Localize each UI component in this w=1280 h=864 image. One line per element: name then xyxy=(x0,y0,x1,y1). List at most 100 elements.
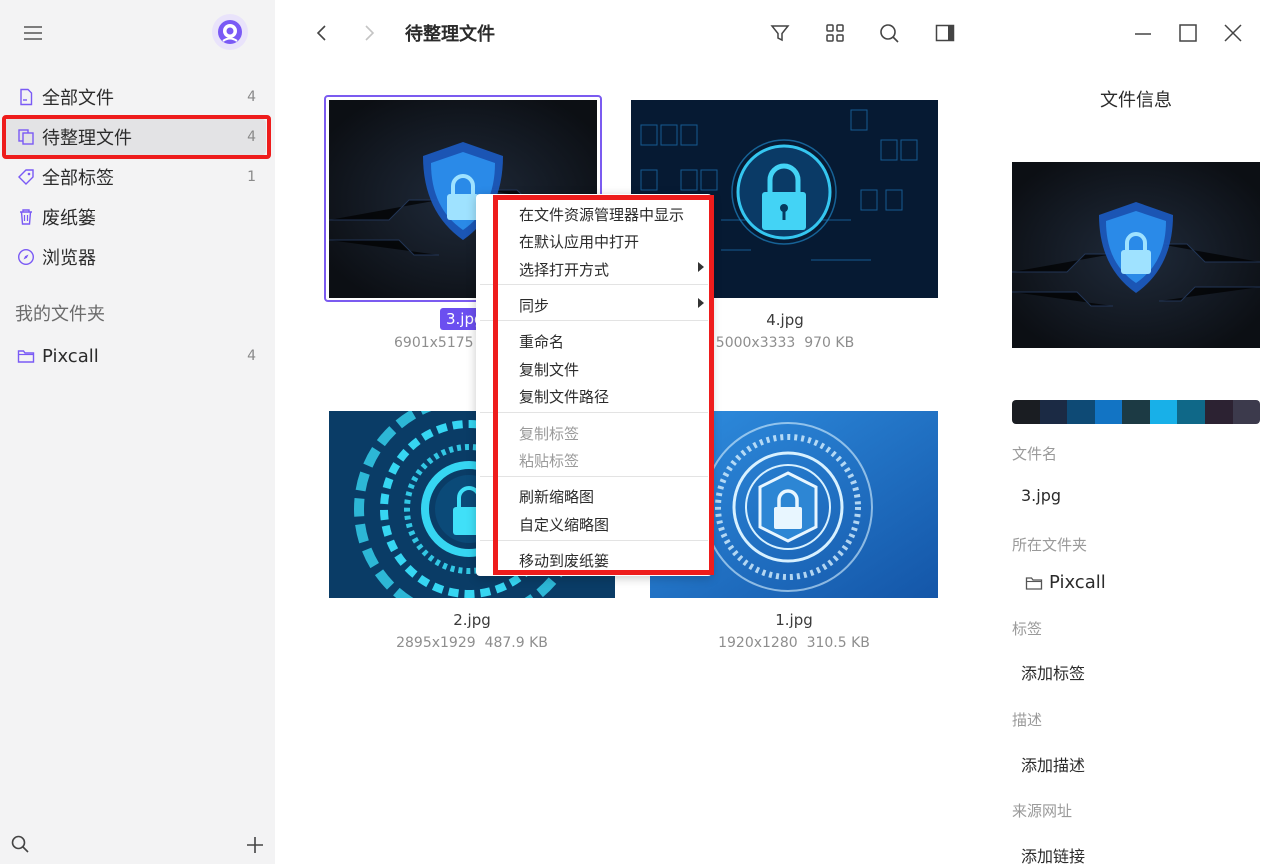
file-size: 310.5 KB xyxy=(806,635,870,651)
palette-swatch[interactable] xyxy=(1039,400,1068,424)
palette-swatch[interactable] xyxy=(1204,400,1233,424)
security-shield-preview xyxy=(1012,162,1260,348)
sidebar-item-label: Pixcall xyxy=(42,345,99,367)
file-dims: 6901x5175 xyxy=(394,335,474,351)
sidebar-panel-icon xyxy=(935,24,955,42)
description-label: 描述 xyxy=(1012,711,1043,729)
palette-swatch[interactable] xyxy=(1094,400,1123,424)
app-window: 全部文件 4 待整理文件 4 全部标签 1 废纸篓 浏览器 我的文件夹 Pixc… xyxy=(0,0,1280,864)
search-button[interactable] xyxy=(876,20,902,46)
submenu-arrow-icon xyxy=(698,298,704,308)
color-palette xyxy=(1012,400,1260,424)
menu-divider xyxy=(480,540,708,541)
layout-button[interactable] xyxy=(822,20,848,46)
sidebar-item-label: 全部标签 xyxy=(42,168,114,189)
menu-item-copy-file[interactable]: 复制文件 xyxy=(519,359,579,380)
file-icon xyxy=(16,87,36,107)
compass-icon xyxy=(16,247,36,267)
avatar[interactable] xyxy=(212,14,248,50)
menu-item-open-default[interactable]: 在默认应用中打开 xyxy=(519,231,639,252)
sidebar-item-trash[interactable]: 废纸篓 xyxy=(4,199,266,235)
page-title: 待整理文件 xyxy=(405,24,495,45)
toggle-panel-button[interactable] xyxy=(932,20,958,46)
folder-icon xyxy=(1025,576,1043,590)
sidebar-item-pending-files[interactable]: 待整理文件 4 xyxy=(4,119,266,155)
sidebar-item-label: 待整理文件 xyxy=(42,128,132,149)
menu-divider xyxy=(480,320,708,321)
folder-icon xyxy=(16,346,36,366)
menu-item-open-with[interactable]: 选择打开方式 xyxy=(519,259,609,280)
source-url-label: 来源网址 xyxy=(1012,802,1073,820)
minimize-button[interactable] xyxy=(1130,20,1156,46)
add-tag-button[interactable]: 添加标签 xyxy=(1021,660,1085,684)
minimize-icon xyxy=(1135,33,1151,35)
filter-button[interactable] xyxy=(767,20,793,46)
sidebar-folder-pixcall[interactable]: Pixcall 4 xyxy=(4,338,266,374)
folders-section-title: 我的文件夹 xyxy=(15,304,105,325)
chevron-left-icon xyxy=(316,25,326,41)
file-meta: 2895x1929 487.9 KB xyxy=(327,635,617,651)
filename-value[interactable]: 3.jpg xyxy=(1021,486,1061,505)
palette-swatch[interactable] xyxy=(1122,400,1150,424)
avatar-logo-icon xyxy=(218,20,242,44)
tag-icon xyxy=(16,167,36,187)
chevron-right-icon xyxy=(365,25,375,41)
item-count: 1 xyxy=(247,169,256,185)
folder-value[interactable]: Pixcall xyxy=(1025,572,1106,593)
menu-item-refresh-thumbnail[interactable]: 刷新缩略图 xyxy=(519,486,594,507)
folder-label: 所在文件夹 xyxy=(1012,536,1088,554)
info-preview-image xyxy=(1012,162,1260,348)
trash-icon xyxy=(16,207,36,227)
menu-divider xyxy=(480,476,708,477)
folder-name: Pixcall xyxy=(1049,572,1106,593)
context-menu: 在文件资源管理器中显示 在默认应用中打开 选择打开方式 同步 重命名 复制文件 … xyxy=(476,194,712,576)
add-icon[interactable] xyxy=(244,834,266,856)
menu-icon[interactable] xyxy=(22,22,44,44)
file-size: 487.9 KB xyxy=(484,635,548,651)
file-name[interactable]: 2.jpg xyxy=(327,611,617,629)
menu-item-custom-thumbnail[interactable]: 自定义缩略图 xyxy=(519,514,609,535)
back-button[interactable] xyxy=(309,20,335,46)
palette-swatch[interactable] xyxy=(1149,400,1178,424)
menu-item-move-to-trash[interactable]: 移动到废纸篓 xyxy=(519,550,609,571)
info-panel-title: 文件信息 xyxy=(1100,90,1172,111)
grid-icon xyxy=(826,24,844,42)
menu-divider xyxy=(480,284,708,285)
palette-swatch[interactable] xyxy=(1232,400,1260,424)
file-dims: 5000x3333 xyxy=(715,335,796,351)
menu-item-copy-tags: 复制标签 xyxy=(519,425,580,443)
add-link-button[interactable]: 添加链接 xyxy=(1021,843,1085,864)
file-dims: 2895x1929 xyxy=(396,635,476,651)
sidebar-item-label: 浏览器 xyxy=(42,248,96,269)
palette-swatch[interactable] xyxy=(1012,400,1040,424)
menu-divider xyxy=(480,412,708,413)
close-button[interactable] xyxy=(1220,20,1246,46)
forward-button[interactable] xyxy=(356,20,382,46)
menu-item-rename[interactable]: 重命名 xyxy=(519,331,564,352)
menu-item-copy-path[interactable]: 复制文件路径 xyxy=(519,386,609,407)
file-dims: 1920x1280 xyxy=(718,635,798,651)
sidebar-item-all-tags[interactable]: 全部标签 1 xyxy=(4,159,266,195)
menu-item-show-in-explorer[interactable]: 在文件资源管理器中显示 xyxy=(519,204,684,225)
submenu-arrow-icon xyxy=(698,262,704,272)
menu-item-sync[interactable]: 同步 xyxy=(519,295,549,316)
tags-label: 标签 xyxy=(1012,620,1043,638)
filter-icon xyxy=(770,25,790,42)
item-count: 4 xyxy=(247,348,256,364)
copy-icon xyxy=(16,127,36,147)
filename-label: 文件名 xyxy=(1012,445,1058,463)
sidebar-item-browser[interactable]: 浏览器 xyxy=(4,239,266,275)
item-count: 4 xyxy=(247,129,256,145)
close-icon xyxy=(1224,24,1242,42)
maximize-icon xyxy=(1179,24,1197,42)
sidebar-item-all-files[interactable]: 全部文件 4 xyxy=(4,79,266,115)
search-icon[interactable] xyxy=(10,834,30,854)
file-size: 970 KB xyxy=(804,335,855,351)
palette-swatch[interactable] xyxy=(1177,400,1205,424)
item-count: 4 xyxy=(247,89,256,105)
add-description-button[interactable]: 添加描述 xyxy=(1021,752,1085,776)
maximize-button[interactable] xyxy=(1175,20,1201,46)
file-name[interactable]: 1.jpg xyxy=(649,611,939,629)
file-meta: 1920x1280 310.5 KB xyxy=(649,635,939,651)
palette-swatch[interactable] xyxy=(1067,400,1095,424)
